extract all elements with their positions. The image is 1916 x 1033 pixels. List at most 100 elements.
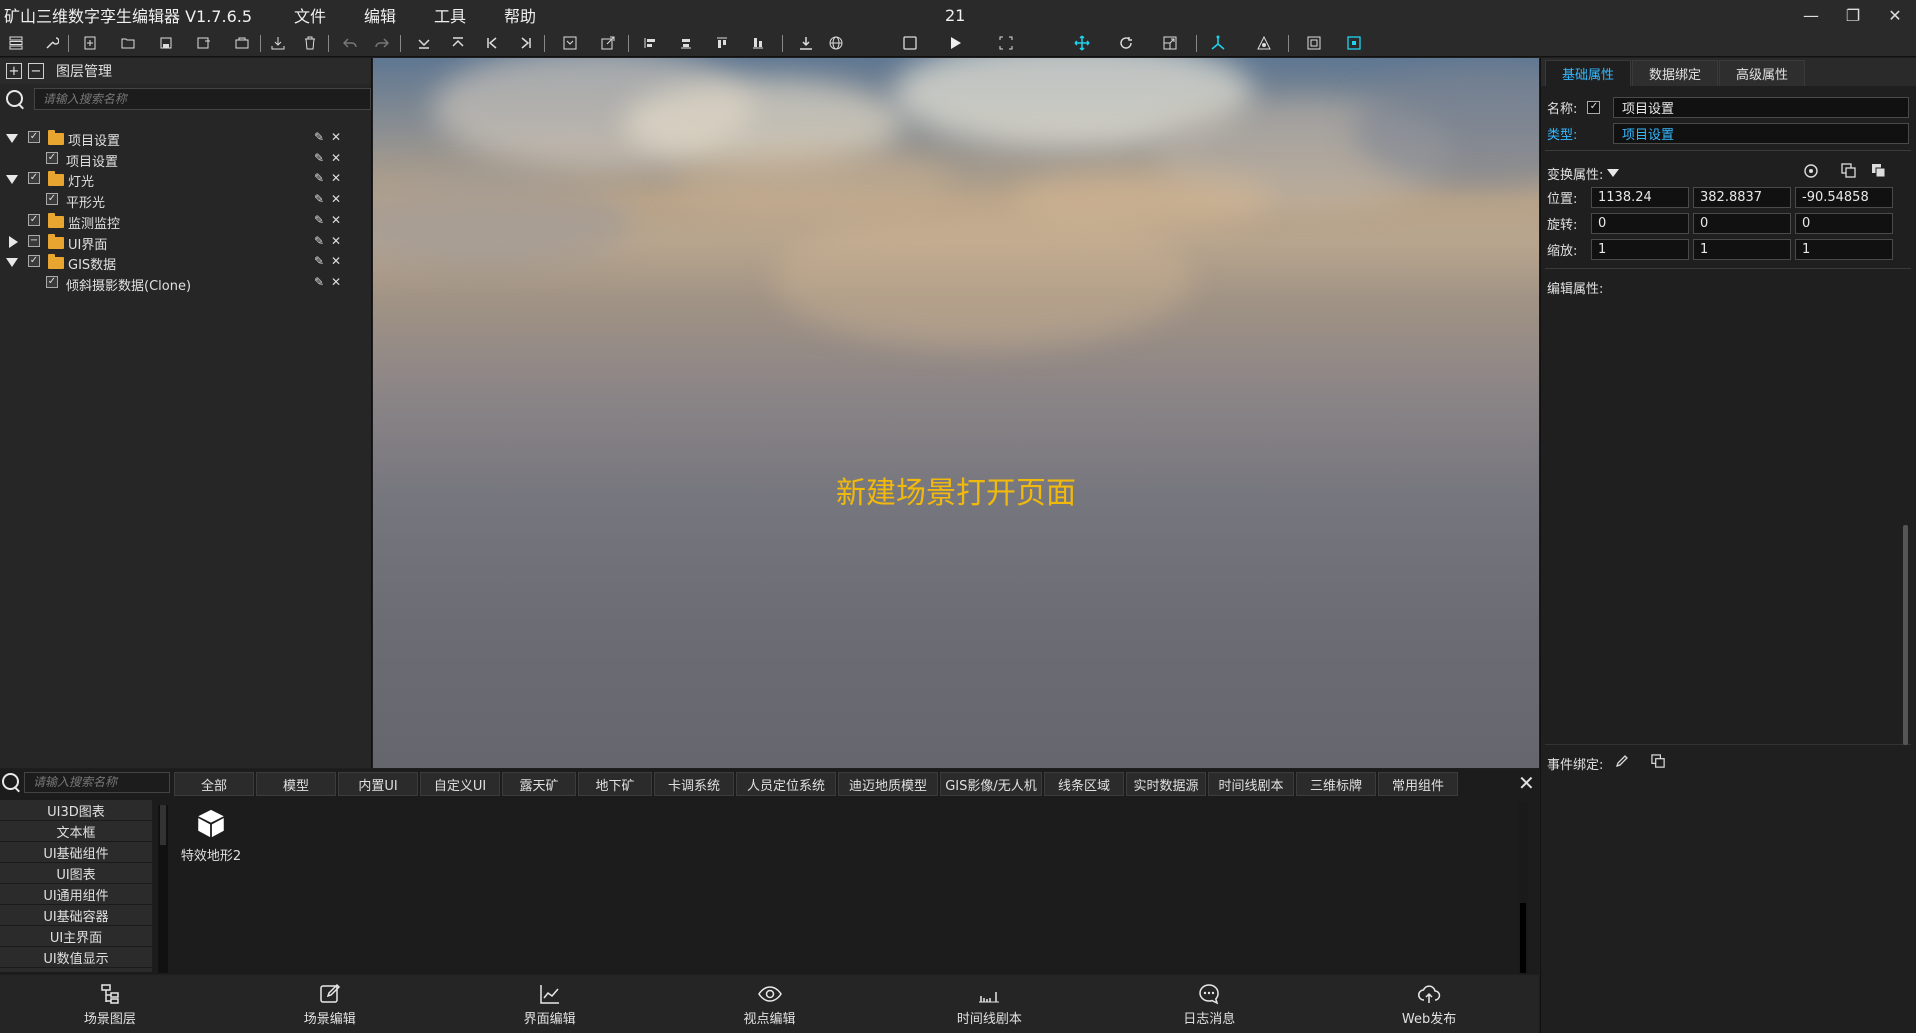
position-z-field[interactable]: -90.54858 <box>1795 187 1893 208</box>
delete-icon[interactable]: ✕ <box>331 171 341 185</box>
stop-icon[interactable] <box>900 33 920 53</box>
asset-item[interactable]: 特效地形2 <box>178 802 244 864</box>
resource-tab[interactable]: 时间线剧本 <box>1208 772 1294 796</box>
edit-icon[interactable]: ✎ <box>314 213 324 227</box>
rotation-z-field[interactable]: 0 <box>1795 213 1893 234</box>
save-as-icon[interactable] <box>194 33 214 53</box>
expand-all-icon[interactable] <box>448 33 468 53</box>
layer-tree-item[interactable]: ✓ 监测监控 ✎ ✕ <box>0 211 350 232</box>
asset-scrollbar-thumb[interactable] <box>1520 903 1526 973</box>
layer-visibility-checkbox[interactable]: ✓ <box>28 255 40 268</box>
layer-tree-item[interactable]: − UI界面 ✎ ✕ <box>0 232 350 253</box>
edit-icon[interactable]: ✎ <box>314 171 324 185</box>
layer-tree-item[interactable]: ✓ 倾斜摄影数据(Clone) ✎ ✕ <box>0 273 350 294</box>
share-icon[interactable] <box>598 33 618 53</box>
collapse-all-button[interactable]: − <box>28 63 44 79</box>
resource-tab[interactable]: 三维标牌 <box>1296 772 1376 796</box>
scale-y-field[interactable]: 1 <box>1693 239 1791 260</box>
menu-edit[interactable]: 编辑 <box>364 3 396 27</box>
position-x-field[interactable]: 1138.24 <box>1591 187 1689 208</box>
close-button[interactable]: ✕ <box>1874 0 1916 30</box>
delete-icon[interactable]: ✕ <box>331 213 341 227</box>
nav-log-messages[interactable]: 日志消息 <box>1099 975 1319 1033</box>
copy-icon[interactable] <box>1841 163 1857 183</box>
align-center-icon[interactable] <box>676 33 696 53</box>
resource-tab[interactable]: 实时数据源 <box>1126 772 1206 796</box>
rotate-icon[interactable] <box>1116 33 1136 53</box>
align-bottom-icon[interactable] <box>748 33 768 53</box>
chevron-down-icon[interactable] <box>6 175 18 185</box>
layer-tree-item[interactable]: ✓ 灯光 ✎ ✕ <box>0 169 350 190</box>
category-item[interactable]: UI通用组件 <box>0 884 152 905</box>
layer-visibility-checkbox[interactable]: − <box>28 234 40 247</box>
tab-advanced-properties[interactable]: 高级属性 <box>1719 60 1806 86</box>
resource-tab[interactable]: 自定义UI <box>420 772 500 796</box>
category-item[interactable]: 文本框 <box>0 821 152 842</box>
category-item[interactable]: UI图表 <box>0 863 152 884</box>
chevron-down-icon[interactable] <box>6 134 18 143</box>
fullscreen-icon[interactable] <box>996 33 1016 53</box>
rotation-y-field[interactable]: 0 <box>1693 213 1791 234</box>
layer-visibility-checkbox[interactable]: ✓ <box>28 213 40 226</box>
export-icon[interactable] <box>232 33 252 53</box>
name-enabled-checkbox[interactable]: ✓ <box>1587 100 1601 114</box>
edit-icon[interactable]: ✎ <box>314 234 324 248</box>
delete-icon[interactable]: ✕ <box>331 234 341 248</box>
layer-tree-item[interactable]: ✓ 项目设置 ✎ ✕ <box>0 128 350 149</box>
edit-icon[interactable]: ✎ <box>314 275 324 289</box>
resource-tab[interactable]: 迪迈地质模型 <box>838 772 938 796</box>
category-item[interactable]: UI主界面 <box>0 926 152 947</box>
globe-icon[interactable] <box>826 33 846 53</box>
group-icon[interactable] <box>560 33 580 53</box>
layer-visibility-checkbox[interactable]: ✓ <box>46 275 58 288</box>
delete-icon[interactable]: ✕ <box>331 151 341 165</box>
import-icon[interactable] <box>268 33 288 53</box>
chevron-right-icon[interactable] <box>9 235 18 248</box>
category-item[interactable]: UI3D图表 <box>0 800 152 821</box>
layer-visibility-checkbox[interactable]: ✓ <box>46 151 58 164</box>
play-icon[interactable] <box>946 33 966 53</box>
menu-tools[interactable]: 工具 <box>434 3 466 27</box>
redo-icon[interactable] <box>372 33 392 53</box>
resource-tab[interactable]: GIS影像/无人机 <box>940 772 1042 796</box>
wrench-icon[interactable] <box>42 33 62 53</box>
collapse-all-icon[interactable] <box>414 33 434 53</box>
scale-icon[interactable] <box>1160 33 1180 53</box>
tab-basic-properties[interactable]: 基础属性 <box>1545 60 1632 86</box>
resource-tab[interactable]: 地下矿 <box>578 772 652 796</box>
edit-icon[interactable]: ✎ <box>314 130 324 144</box>
align-left-icon[interactable] <box>640 33 660 53</box>
pivot-icon[interactable] <box>1254 33 1274 53</box>
edit-icon[interactable]: ✎ <box>314 151 324 165</box>
snap-icon[interactable] <box>1344 33 1364 53</box>
resource-search-input[interactable] <box>24 771 170 793</box>
layer-tree-item[interactable]: ✓ GIS数据 ✎ ✕ <box>0 252 350 273</box>
close-icon[interactable]: ✕ <box>1518 771 1535 795</box>
axis-icon[interactable] <box>1208 33 1228 53</box>
menu-file[interactable]: 文件 <box>294 3 326 27</box>
name-field[interactable]: 项目设置 <box>1613 97 1909 118</box>
layer-search-input[interactable] <box>33 88 371 110</box>
search-icon[interactable] <box>0 771 22 793</box>
edit-icon[interactable]: ✎ <box>314 192 324 206</box>
edit-event-icon[interactable] <box>1615 754 1629 772</box>
nav-ui-edit[interactable]: 界面编辑 <box>440 975 660 1033</box>
new-file-icon[interactable] <box>80 33 100 53</box>
category-scrollbar-thumb[interactable] <box>160 805 166 845</box>
category-item[interactable]: UI其他组件 <box>0 968 152 972</box>
layers-icon[interactable] <box>6 33 26 53</box>
scale-x-field[interactable]: 1 <box>1591 239 1689 260</box>
transform-row[interactable]: 变换属性: <box>1547 162 1620 184</box>
tab-data-binding[interactable]: 数据绑定 <box>1632 60 1719 86</box>
nav-scene-layers[interactable]: 场景图层 <box>0 975 220 1033</box>
category-item[interactable]: UI数值显示 <box>0 947 152 968</box>
category-item[interactable]: UI基础组件 <box>0 842 152 863</box>
frame-icon[interactable] <box>1304 33 1324 53</box>
last-icon[interactable] <box>516 33 536 53</box>
copy-event-icon[interactable] <box>1651 753 1666 773</box>
move-icon[interactable] <box>1072 33 1092 53</box>
resource-tab[interactable]: 内置UI <box>338 772 418 796</box>
chevron-down-icon[interactable] <box>6 258 18 268</box>
layer-tree-item[interactable]: ✓ 平形光 ✎ ✕ <box>0 190 350 211</box>
resource-tab[interactable]: 卡调系统 <box>654 772 734 796</box>
